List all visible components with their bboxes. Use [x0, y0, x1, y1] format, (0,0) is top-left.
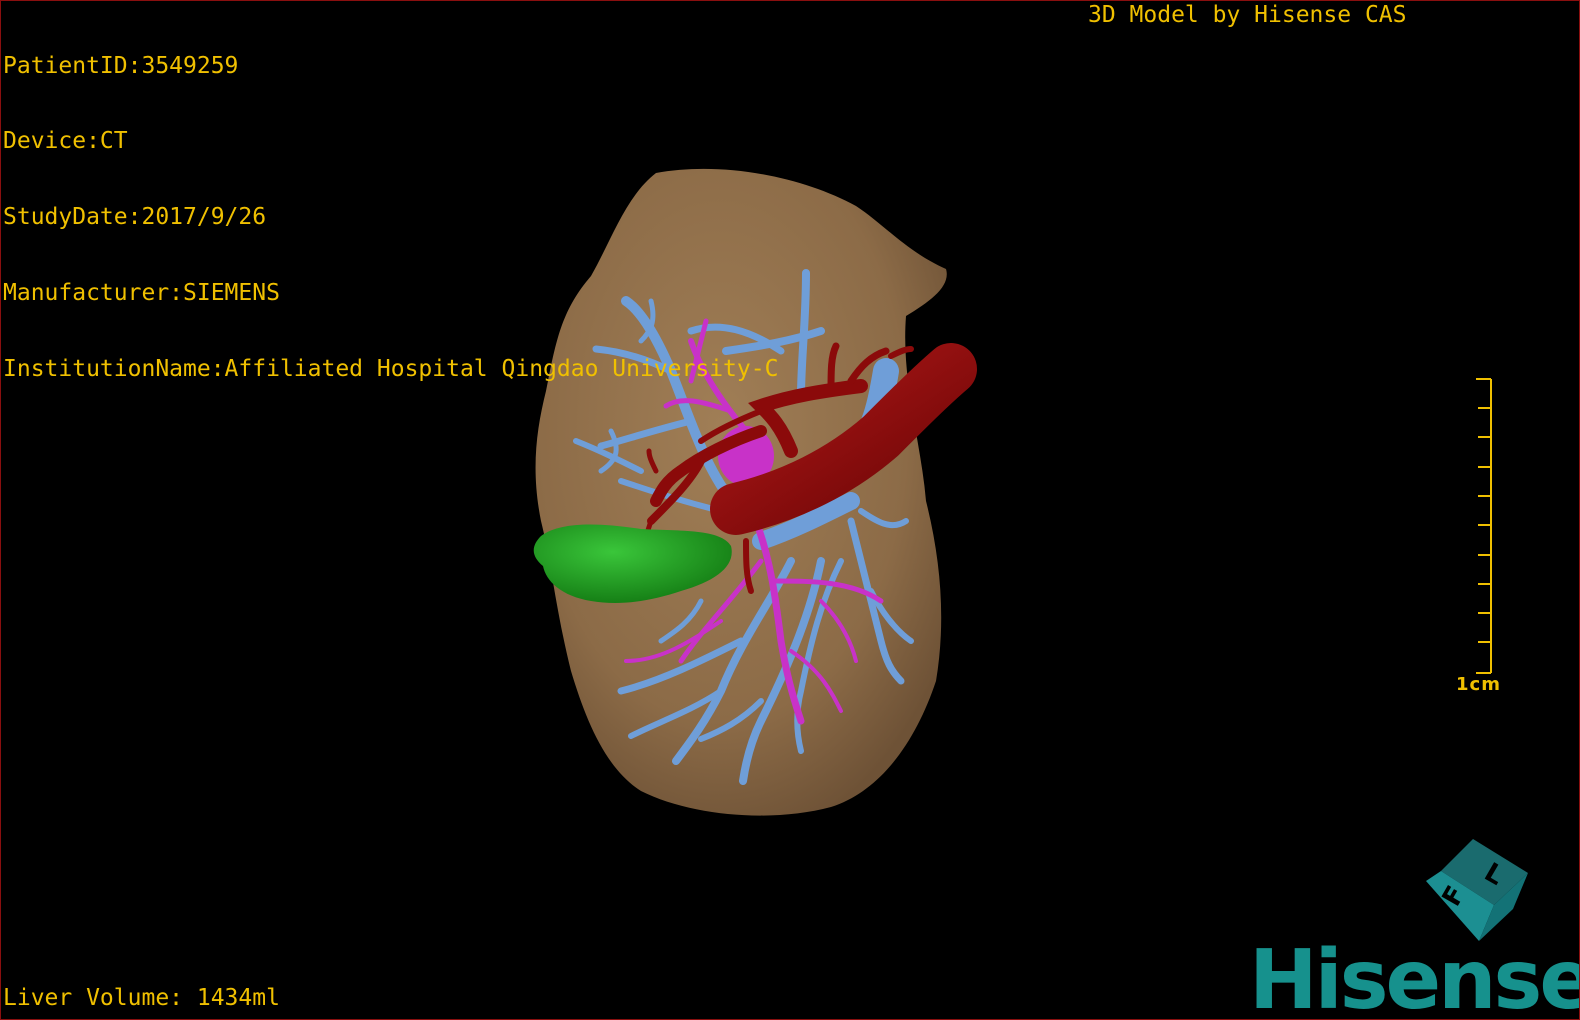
- device-text: Device:CT: [3, 128, 128, 155]
- institution-text: InstitutionName:Affiliated Hospital Qing…: [3, 356, 779, 383]
- 3d-viewport[interactable]: F L PatientID:3549259 Device:CT StudyDat…: [0, 0, 1580, 1020]
- study-date-text: StudyDate:2017/9/26: [3, 204, 267, 231]
- hisense-logo: Hisense: [1249, 933, 1580, 1020]
- model-credit-text: 3D Model by Hisense CAS: [1088, 2, 1407, 28]
- manufacturer-text: Manufacturer:SIEMENS: [3, 280, 280, 307]
- patient-id-text: PatientID:3549259: [3, 52, 239, 79]
- dicom-info-overlay: PatientID:3549259 Device:CT StudyDate:20…: [3, 3, 778, 433]
- liver-volume-text: Liver Volume: 1434ml: [3, 985, 280, 1011]
- orientation-cube[interactable]: F L: [1426, 839, 1528, 941]
- scale-bar-label: 1cm: [1456, 674, 1501, 695]
- scale-bar: [1476, 378, 1492, 674]
